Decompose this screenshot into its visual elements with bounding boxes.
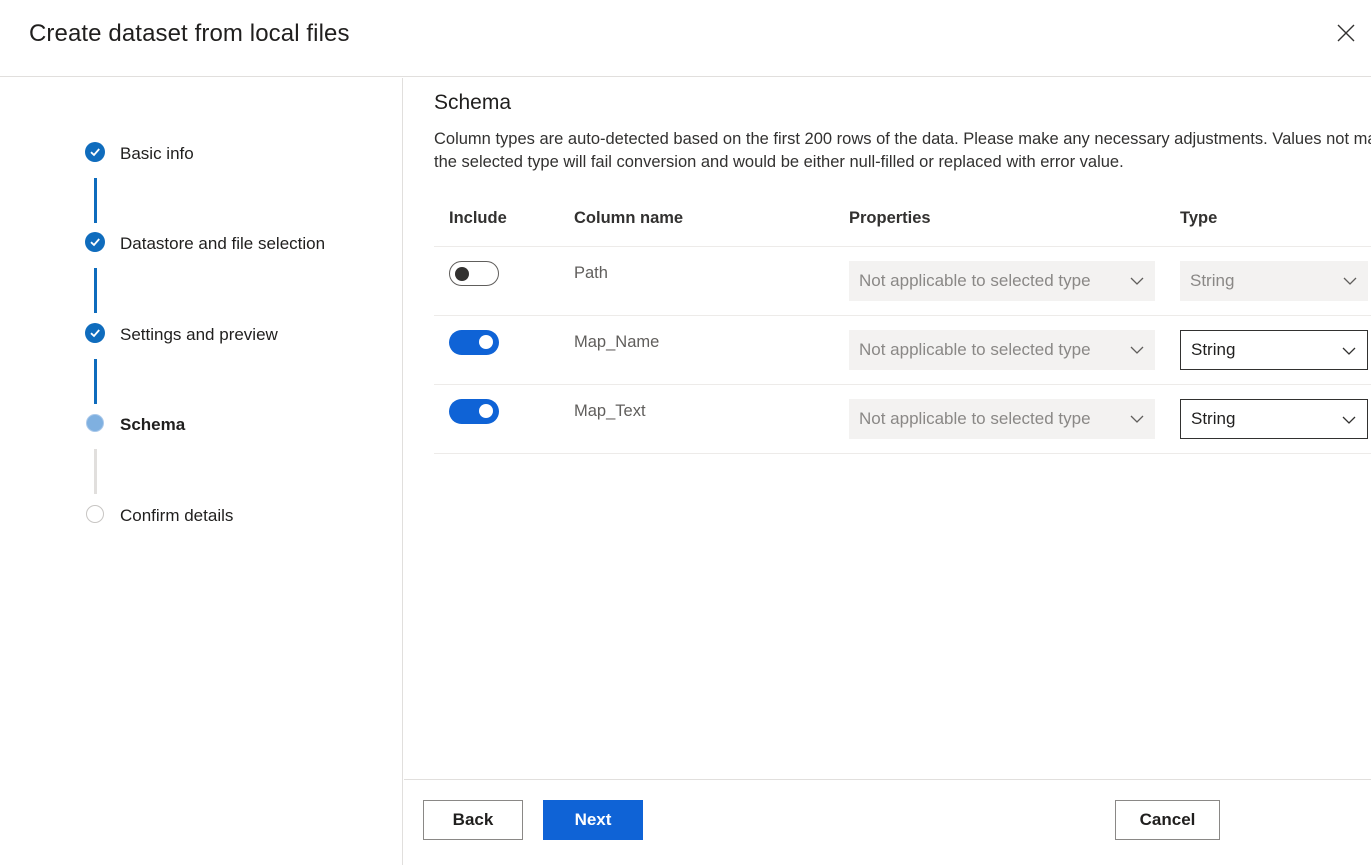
close-icon [1337, 24, 1355, 42]
include-toggle[interactable] [449, 330, 499, 355]
cancel-button[interactable]: Cancel [1115, 800, 1220, 840]
step-label: Basic info [120, 144, 194, 163]
close-button[interactable] [1330, 17, 1362, 49]
checkmark-icon [85, 232, 105, 252]
dropdown-value: String [1191, 340, 1236, 359]
dialog-footer: Back Next Cancel [404, 779, 1371, 865]
next-button[interactable]: Next [543, 800, 643, 840]
create-dataset-dialog: Create dataset from local files Basic in… [0, 0, 1371, 865]
chevron-down-icon [1130, 415, 1144, 423]
dropdown-value: Not applicable to selected type [859, 271, 1091, 290]
type-dropdown[interactable]: String [1180, 399, 1368, 439]
chevron-down-icon [1130, 346, 1144, 354]
dialog-header: Create dataset from local files [0, 0, 1371, 77]
type-dropdown[interactable]: String [1180, 330, 1368, 370]
step-label: Datastore and file selection [120, 234, 326, 253]
back-button[interactable]: Back [423, 800, 523, 840]
checkmark-icon [85, 323, 105, 343]
current-step-icon [86, 414, 104, 432]
header-include: Include [449, 209, 507, 227]
table-row: Map_Name Not applicable to selected type… [434, 316, 1371, 385]
dropdown-value: Not applicable to selected type [859, 409, 1091, 428]
properties-dropdown[interactable]: Not applicable to selected type [849, 261, 1155, 301]
table-header: Include Column name Properties Type [434, 193, 1371, 247]
column-name: Map_Text [574, 402, 646, 420]
table-row: Path Not applicable to selected type Str… [434, 247, 1371, 316]
pending-step-icon [86, 505, 104, 523]
table-row: Map_Text Not applicable to selected type… [434, 385, 1371, 454]
schema-table: Include Column name Properties Type Path… [434, 193, 1371, 454]
schema-description: Column types are auto-detected based on … [434, 130, 1371, 171]
header-column-name: Column name [574, 209, 684, 227]
dialog-title: Create dataset from local files [29, 20, 350, 47]
dropdown-value: String [1190, 271, 1235, 290]
chevron-down-icon [1342, 347, 1356, 355]
properties-dropdown[interactable]: Not applicable to selected type [849, 330, 1155, 370]
step-connector [94, 359, 97, 404]
include-toggle[interactable] [449, 399, 499, 424]
section-title: Schema [434, 91, 512, 114]
column-name: Path [574, 264, 608, 282]
column-name: Map_Name [574, 333, 660, 351]
step-label: Confirm details [120, 506, 234, 525]
step-connector [94, 178, 97, 223]
chevron-down-icon [1130, 277, 1144, 285]
dropdown-value: Not applicable to selected type [859, 340, 1091, 359]
include-toggle[interactable] [449, 261, 499, 286]
step-label: Schema [120, 415, 186, 434]
chevron-down-icon [1342, 416, 1356, 424]
properties-dropdown[interactable]: Not applicable to selected type [849, 399, 1155, 439]
checkmark-icon [85, 142, 105, 162]
wizard-steps: Basic info Datastore and file selection … [0, 78, 403, 865]
type-dropdown[interactable]: String [1180, 261, 1368, 301]
step-connector [94, 268, 97, 313]
step-connector [94, 449, 97, 494]
chevron-down-icon [1343, 277, 1357, 285]
step-label: Settings and preview [120, 325, 278, 344]
dropdown-value: String [1191, 409, 1236, 428]
header-properties: Properties [849, 209, 931, 227]
schema-panel: Schema Column types are auto-detected ba… [404, 78, 1371, 779]
header-type: Type [1180, 209, 1218, 227]
